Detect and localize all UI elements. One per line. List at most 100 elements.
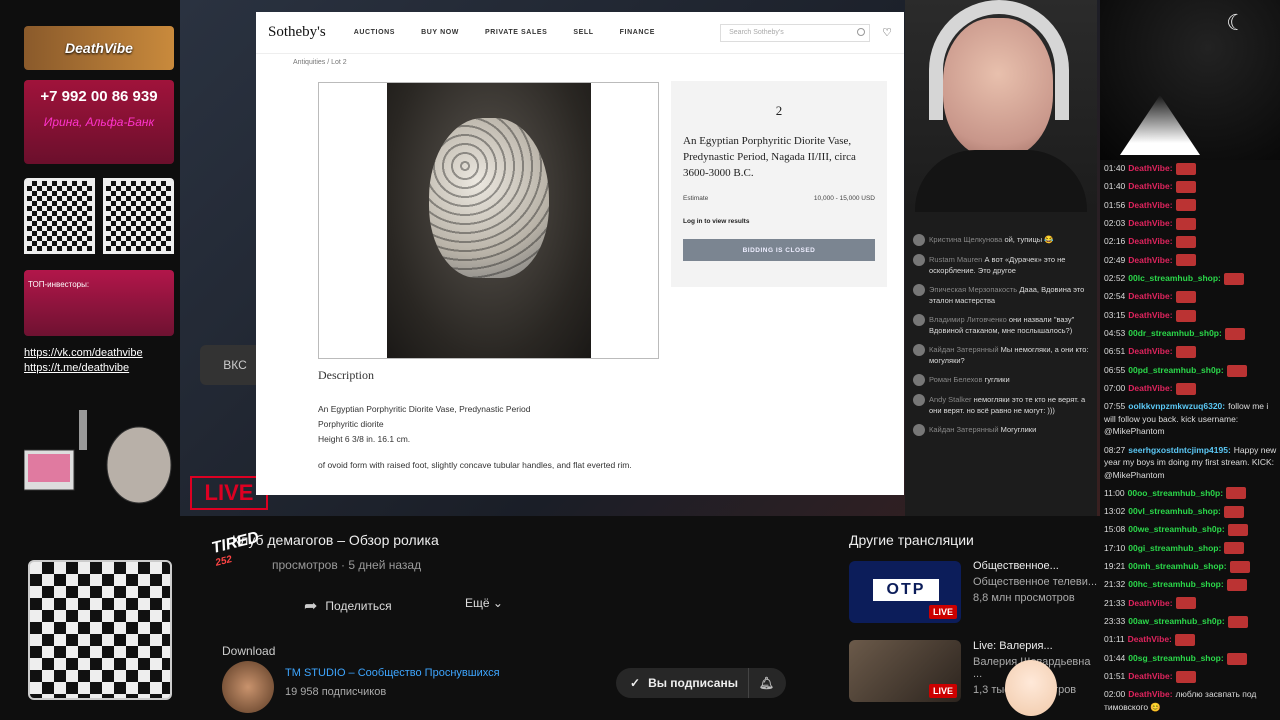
stream-chat-message: Rustam Mauren А вот «Дурачек» это не оск… [913,254,1089,276]
share-button[interactable]: ➦ Поделиться [304,596,392,616]
emote-icon [1175,254,1196,267]
twitch-chat-overlay: ☾ 01:40 DeathVibe: 01:40 DeathVibe: 01:56 Dea… [1100,0,1280,720]
stream-chat-message: Роман Белехов гуглики [913,374,1089,386]
brand-banner: DeathVibe [24,26,174,70]
nav-buy-now[interactable]: BUY NOW [421,29,459,36]
stream-chat-message: Кайдан Затерянный Мы немогляки, а они кт… [913,344,1089,366]
chat-message: 17:10 00gi_streamhub_shop: [1104,542,1278,555]
qr-codes [24,178,174,258]
emote-icon [1223,272,1244,285]
stream-chat-message: Эпическая Мерзопакость Дааа, Вдовина это… [913,284,1089,306]
description-heading: Description [318,368,374,382]
lot-number: 2 [775,103,783,118]
stream-chat-message: Andy Stalker немогляки это те кто не вер… [913,394,1089,416]
heart-icon[interactable]: ♡ [882,26,892,39]
chat-message: 01:44 00sg_streamhub_shop: [1104,652,1278,665]
ton-qr-icon [103,178,174,254]
youtube-video-info: Клуб демагогов – Обзор ролика просмотров… [180,516,1100,720]
recommended-thumb-2[interactable]: LIVE [849,640,961,702]
emote-icon [1224,327,1245,340]
breadcrumb[interactable]: Antiquities / Lot 2 [293,59,347,66]
emote-icon [1175,181,1196,194]
chat-message: 21:32 00hc_streamhub_shop: [1104,578,1278,592]
other-streams-heading: Другие трансляции [849,532,974,548]
more-button[interactable]: Ещё ⌄ [465,596,503,610]
estimate-value: 10,000 - 15,000 USD [813,195,875,202]
chat-messages: 01:40 DeathVibe: 01:40 DeathVibe: 01:56 Death… [1104,162,1278,719]
chat-message: 02:00 DeathVibe: люблю засвпать под тимовс… [1104,689,1257,712]
chat-message: 02:16 DeathVibe: [1104,235,1278,249]
nav-sell[interactable]: SELL [573,29,593,36]
emote-icon [1175,346,1196,359]
download-button[interactable]: Download [222,644,275,658]
sothebys-browser-window: Sotheby's AUCTIONS BUY NOW PRIVATE SALES… [256,12,904,495]
check-icon: ✓ [630,676,641,690]
nav-finance[interactable]: FINANCE [620,29,655,36]
social-links: https://vk.com/deathvibe https://t.me/de… [24,346,143,376]
subscriber-count: 19 958 подписчиков [285,686,387,698]
lot-title: An Egyptian Porphyritic Diorite Vase, Pr… [683,135,856,179]
recommended-thumb-1[interactable]: OTP LIVE [849,561,961,623]
bidding-closed-button[interactable]: BIDDING IS CLOSED [683,239,875,261]
emote-icon [1175,309,1196,322]
search-icon[interactable] [857,27,866,36]
emote-icon [1226,364,1247,377]
nav-auctions[interactable]: AUCTIONS [354,29,395,36]
emote-icon [1175,670,1196,683]
emote-icon [1174,634,1195,647]
left-overlay-panel: DeathVibe +7 992 00 86 939 Ирина, Альфа-… [0,0,180,720]
chat-message: 02:03 DeathVibe: [1104,217,1278,230]
subscribed-button[interactable]: ✓ Вы подписаны 🔔︎ [616,668,786,698]
stream-chat-message: Владимир Литовченко они назвали "вазу" В… [913,314,1089,336]
chat-message: 01:40 DeathVibe: [1104,162,1278,175]
emote-icon [1175,236,1196,249]
chat-message: 15:08 00we_streamhub_sh0p: [1104,523,1278,537]
search-input[interactable]: Search Sotheby's [720,23,871,42]
chat-message: 02:49 DeathVibe: [1104,254,1278,267]
live-badge: LIVE [928,605,957,619]
chat-message: 01:56 DeathVibe: [1104,199,1278,212]
nav-private-sales[interactable]: PRIVATE SALES [485,29,547,36]
emote-icon [1175,162,1196,175]
channel-name[interactable]: TM STUDIO – Сообщество Проснувшихся [285,667,500,679]
user-avatar [913,314,925,326]
chat-message: 06:51 DeathVibe: [1104,345,1278,359]
chat-message: 13:02 00vl_streamhub_shop: [1104,505,1278,518]
user-avatar [913,344,925,356]
video-meta: просмотров · 5 дней назад [272,558,422,572]
chat-message: 19:21 00mh_streamhub_shop: [1104,560,1278,573]
chat-message: 23:33 00aw_streamhub_sh0p: [1104,615,1278,628]
login-link[interactable]: Log in to view results [683,218,875,225]
chat-message: 01:11 DeathVibe: [1104,633,1278,647]
chat-message: 01:51 DeathVibe: [1104,670,1278,683]
lot-photo [387,83,591,358]
chat-message: 02:52 00lc_streamhub_shop: [1104,272,1278,285]
stream-chat-message: Кайдан Затерянный Могуглики [913,424,1089,436]
popcorn-cat-icon [1005,660,1057,716]
streamer-hoodie [915,150,1087,212]
emote-icon [1224,542,1245,555]
emote-icon [1175,382,1196,395]
user-avatar [913,424,925,436]
chat-message: 21:33 DeathVibe: [1104,597,1278,610]
winter-scene: ☾ [1100,0,1280,160]
sothebys-logo[interactable]: Sotheby's [268,24,326,41]
otp-logo: OTP [873,579,939,601]
chat-message: 01:40 DeathVibe: [1104,180,1278,194]
emote-icon [1175,217,1196,230]
user-avatar [913,284,925,296]
top-investors-card: ТОП-инвесторы: [24,270,174,336]
lot-image-frame[interactable] [318,82,659,359]
recommended-info-1[interactable]: Общественное... Общественное телеви... 8… [973,560,1097,604]
bitcoin-qr-icon [24,178,95,254]
sleeping-cat-icon [28,560,172,700]
chat-message: 06:55 00pd_streamhub_sh0p: [1104,364,1278,377]
emote-icon [1226,579,1247,592]
bell-icon[interactable]: 🔔︎ [759,676,774,690]
description-text: An Egyptian Porphyritic Diorite Vase, Pr… [318,404,531,444]
chat-message: 02:54 DeathVibe: [1104,290,1278,304]
emote-icon [1175,291,1196,304]
stream-chat-message: Кристина Щелкунова ой, тупицы 😂 [913,234,1089,246]
channel-avatar[interactable] [222,661,274,713]
user-avatar [913,234,925,246]
